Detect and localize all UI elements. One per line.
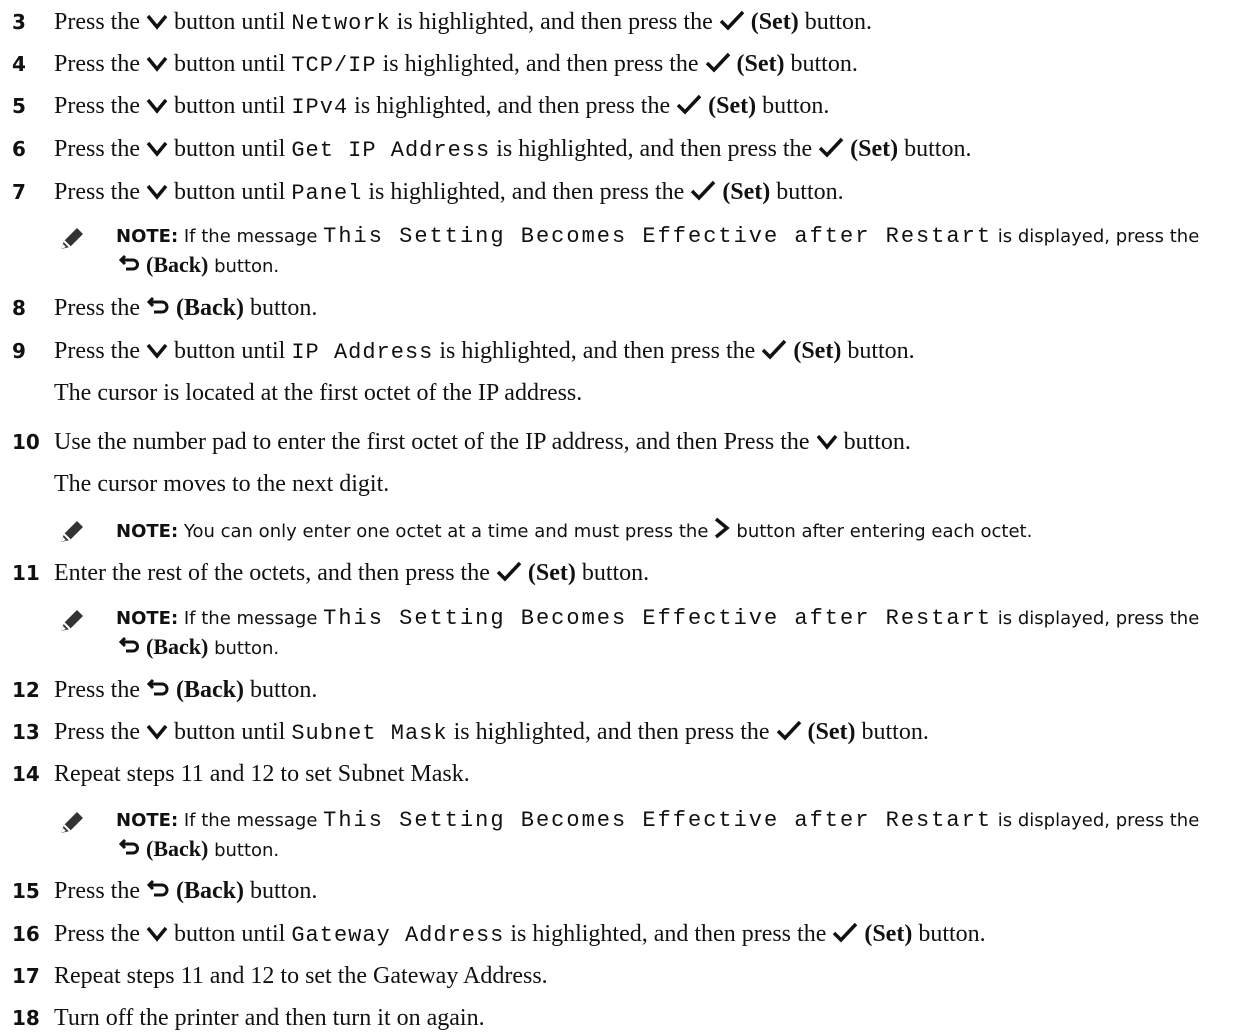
chevron-down-icon bbox=[146, 93, 168, 121]
step-number: 18 bbox=[12, 1006, 40, 1030]
chevron-right-icon bbox=[714, 517, 731, 547]
chevron-down-icon bbox=[146, 921, 168, 949]
menu-item-code: Subnet Mask bbox=[291, 721, 448, 746]
menu-item-code: Get IP Address bbox=[291, 138, 491, 163]
menu-item-code: Gateway Address bbox=[291, 923, 505, 948]
step-number: 16 bbox=[12, 922, 40, 946]
chevron-down-icon bbox=[146, 179, 168, 207]
back-arrow-icon bbox=[118, 635, 140, 663]
checkmark-icon bbox=[761, 338, 787, 367]
chevron-down-icon bbox=[146, 719, 168, 747]
pencil-note-icon bbox=[58, 810, 86, 844]
chevron-down-icon bbox=[146, 338, 168, 366]
step-number: 14 bbox=[12, 762, 40, 786]
chevron-down-icon bbox=[146, 9, 168, 37]
instruction-document: 3 Press the button until Network is highl… bbox=[12, 9, 1200, 1031]
step-9-detail: The cursor is located at the first octet… bbox=[54, 380, 583, 406]
note-label: NOTE: bbox=[116, 810, 179, 831]
step-number: 6 bbox=[12, 137, 26, 161]
checkmark-icon bbox=[818, 136, 844, 165]
message-code: This Setting Becomes Effective after Res… bbox=[323, 808, 993, 833]
step-number: 5 bbox=[12, 94, 26, 118]
back-arrow-icon bbox=[118, 837, 140, 865]
chevron-down-icon bbox=[146, 51, 168, 79]
checkmark-icon bbox=[690, 179, 716, 208]
step-number: 17 bbox=[12, 964, 40, 988]
back-arrow-icon bbox=[146, 878, 170, 907]
back-arrow-icon bbox=[146, 295, 170, 324]
step-number: 10 bbox=[12, 430, 40, 454]
step-10-detail: The cursor moves to the next digit. bbox=[54, 471, 390, 497]
checkmark-icon bbox=[496, 560, 522, 589]
pencil-note-icon bbox=[58, 608, 86, 642]
step-number: 8 bbox=[12, 296, 26, 320]
checkmark-icon bbox=[676, 93, 702, 122]
checkmark-icon bbox=[776, 719, 802, 748]
checkmark-icon bbox=[705, 51, 731, 80]
checkmark-icon bbox=[719, 9, 745, 38]
pencil-note-icon bbox=[58, 226, 86, 260]
message-code: This Setting Becomes Effective after Res… bbox=[323, 606, 993, 631]
menu-item-code: IPv4 bbox=[291, 95, 349, 120]
back-arrow-icon bbox=[146, 677, 170, 706]
back-arrow-icon bbox=[118, 253, 140, 281]
note-label: NOTE: bbox=[116, 608, 179, 629]
note-label: NOTE: bbox=[116, 226, 179, 247]
step-number: 12 bbox=[12, 678, 40, 702]
message-code: This Setting Becomes Effective after Res… bbox=[323, 224, 993, 249]
step-number: 11 bbox=[12, 561, 40, 585]
step-number: 7 bbox=[12, 180, 26, 204]
menu-item-code: Panel bbox=[291, 181, 363, 206]
step-number: 3 bbox=[12, 10, 26, 34]
pencil-note-icon bbox=[58, 519, 86, 553]
chevron-down-icon bbox=[146, 136, 168, 164]
step-number: 9 bbox=[12, 339, 26, 363]
note-label: NOTE: bbox=[116, 521, 179, 542]
menu-item-code: TCP/IP bbox=[291, 53, 377, 78]
menu-item-code: IP Address bbox=[291, 340, 434, 365]
step-number: 4 bbox=[12, 52, 26, 76]
menu-item-code: Network bbox=[291, 11, 391, 36]
chevron-down-icon bbox=[816, 429, 838, 457]
step-number: 13 bbox=[12, 720, 40, 744]
step-number: 15 bbox=[12, 879, 40, 903]
checkmark-icon bbox=[832, 921, 858, 950]
